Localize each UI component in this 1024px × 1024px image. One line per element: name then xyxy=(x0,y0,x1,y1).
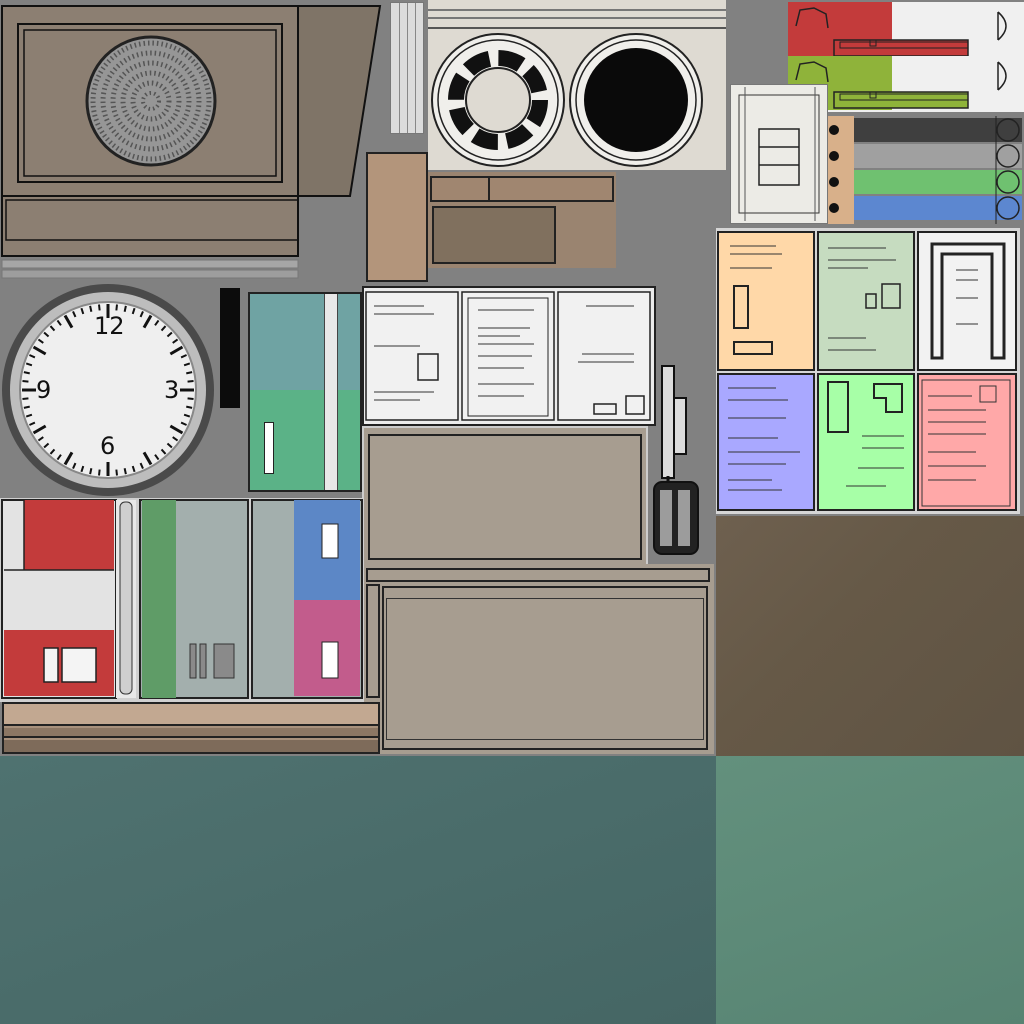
clock-tick xyxy=(98,469,101,476)
clock-tick xyxy=(187,397,194,400)
clock-tick xyxy=(89,468,93,475)
clock-tick xyxy=(115,469,118,476)
clock-tick xyxy=(115,304,118,311)
vent-panel-svg xyxy=(428,9,726,167)
label-tab-red xyxy=(788,2,1024,58)
clock-tick xyxy=(123,305,127,312)
vent-icon xyxy=(431,33,565,167)
door-handle-icon xyxy=(653,365,699,555)
clock-tick xyxy=(22,397,29,400)
vent-panel xyxy=(428,0,726,170)
clock-tick xyxy=(187,380,194,383)
speaker-cabinet-svg xyxy=(1,5,382,279)
floor-teal-light xyxy=(716,756,1024,1024)
label-tab-red-svg xyxy=(788,2,1007,57)
poster-grid-svg xyxy=(717,231,1017,511)
wood-plank-shelf xyxy=(2,702,380,754)
floor-teal-dark xyxy=(0,756,716,1024)
clock-tick xyxy=(22,380,29,383)
locker-panel xyxy=(248,292,362,492)
porthole-icon xyxy=(569,33,703,167)
cable-strips xyxy=(828,116,1024,224)
wood-crate xyxy=(428,172,616,268)
document-panel-svg xyxy=(365,291,651,421)
binder-rack-svg xyxy=(1,499,363,699)
light-switch-icon xyxy=(738,87,820,221)
clock-tick xyxy=(23,405,30,409)
clock-number-12: 12 xyxy=(94,312,125,340)
wall-clock: 12 3 6 9 xyxy=(0,282,216,498)
binder-rack xyxy=(0,498,364,702)
clock-number-3: 3 xyxy=(164,376,180,404)
metal-trim-strip xyxy=(390,2,424,134)
wood-post xyxy=(366,152,428,282)
clock-tick xyxy=(186,371,193,375)
clock-tick xyxy=(89,305,93,312)
clock-number-9: 9 xyxy=(36,376,52,404)
speaker-cabinet xyxy=(0,4,382,282)
clock-tick xyxy=(23,371,30,375)
clock-tick xyxy=(123,468,127,475)
speaker-grille-icon xyxy=(85,35,217,167)
clock-tick xyxy=(186,405,193,409)
cardboard-panel-bottom xyxy=(362,564,714,754)
clock-number-6: 6 xyxy=(100,432,116,460)
floor-brown xyxy=(716,516,1024,756)
clock-tick xyxy=(98,304,101,311)
door-handle xyxy=(650,364,702,560)
light-switch-plate xyxy=(730,84,828,224)
cardboard-panel-top xyxy=(362,426,648,566)
black-bar xyxy=(220,288,240,408)
cable-strips-svg xyxy=(828,116,1022,224)
poster-grid xyxy=(716,228,1020,514)
document-panel xyxy=(362,286,656,426)
texture-atlas: 12 3 6 9 xyxy=(0,0,1024,1024)
